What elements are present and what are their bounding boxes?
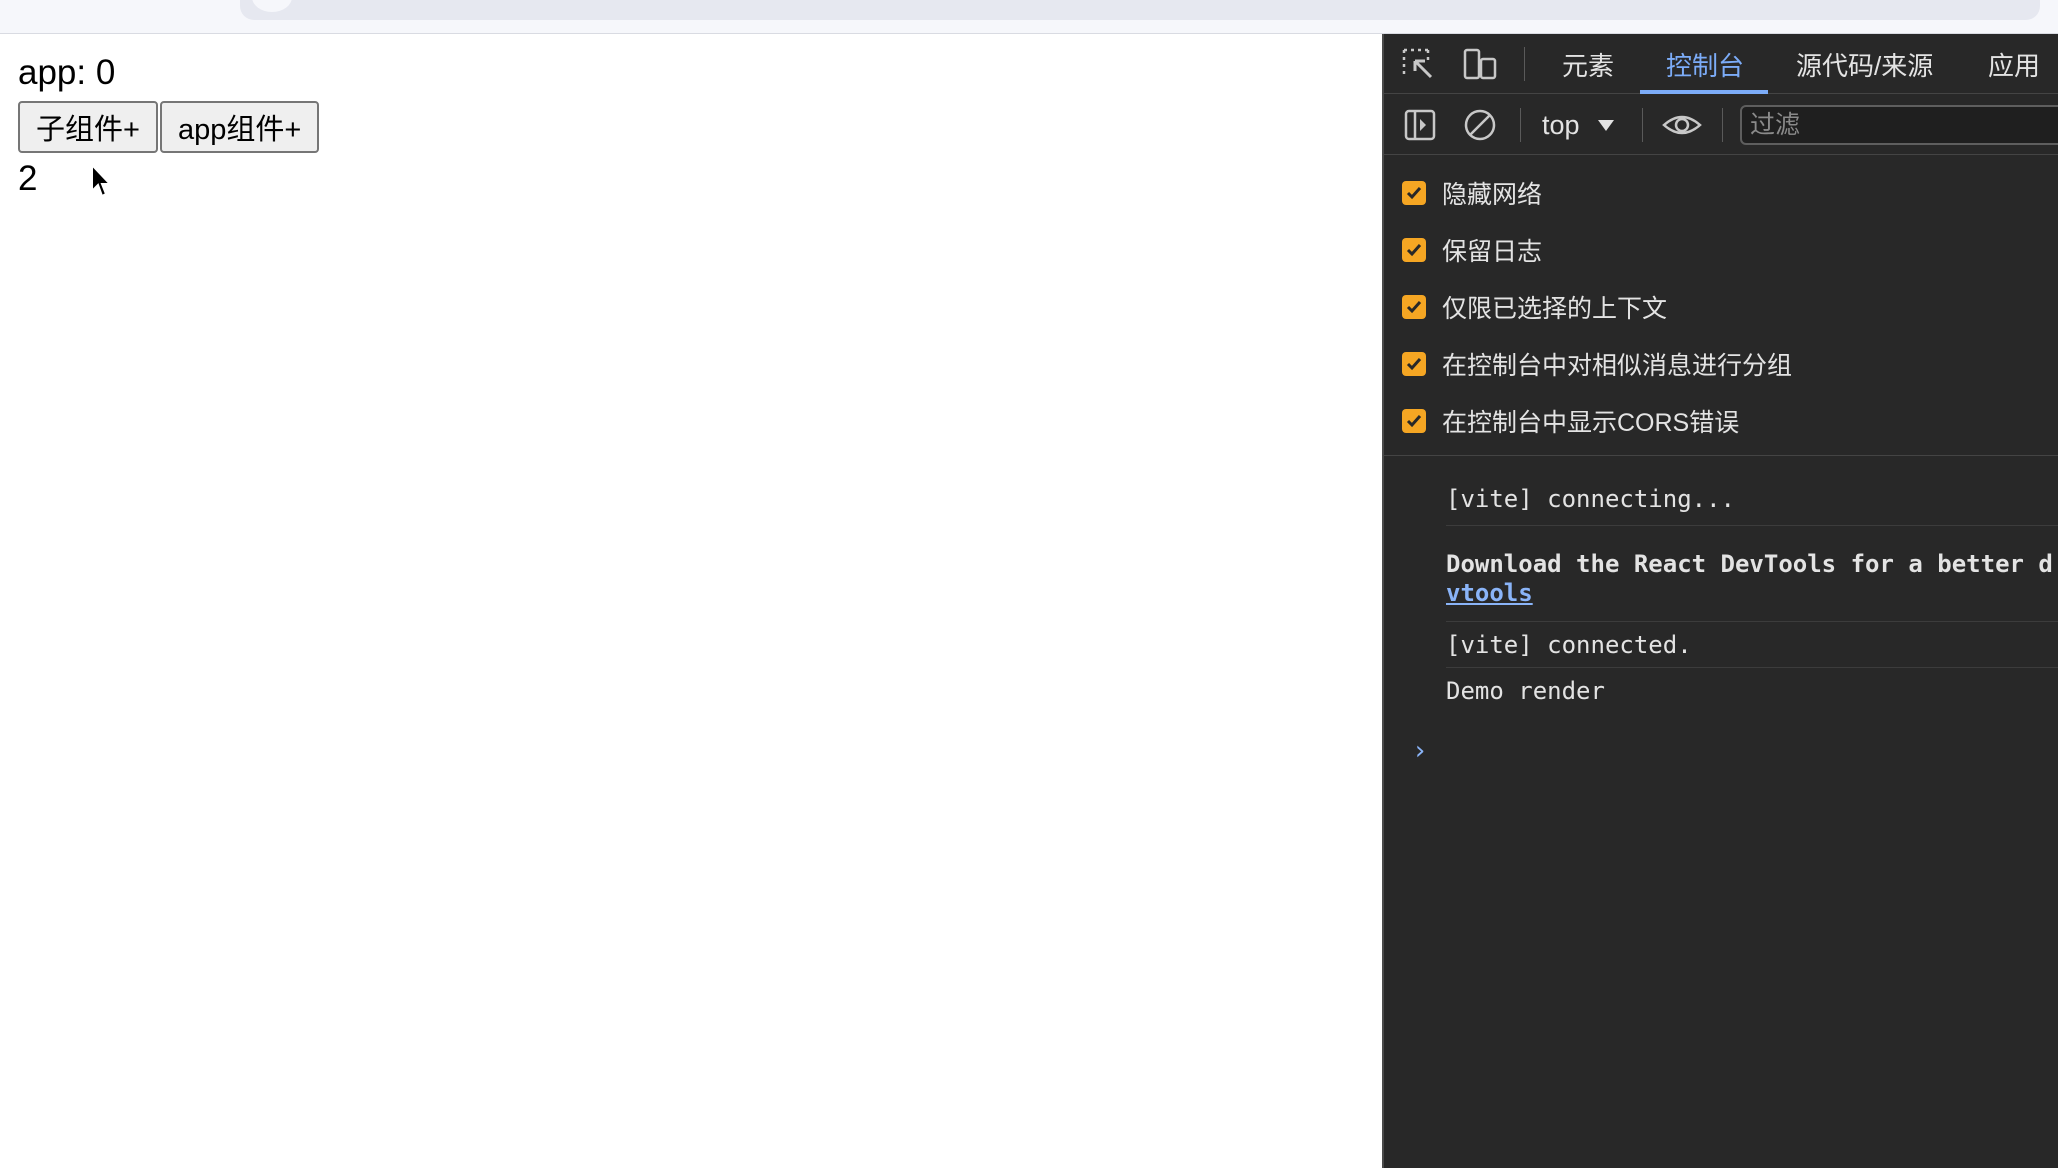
app-increment-button[interactable]: app组件+ — [159, 101, 320, 153]
active-tab-indicator — [1640, 90, 1768, 94]
console-message: [vite] connecting... — [1446, 474, 2058, 526]
setting-label: 隐藏网络 — [1442, 180, 1543, 209]
setting-label: 仅限已选择的上下文 — [1442, 294, 1668, 323]
live-expression-eye-icon[interactable] — [1662, 105, 1702, 145]
tab-application[interactable]: 应用 — [1988, 34, 2040, 94]
devtools-panel: 元素 控制台 源代码/来源 应用 top 过滤 隐藏网络 保留日志 仅限已选择的… — [1382, 34, 2058, 1168]
console-message: Download the React DevTools for a better… — [1446, 550, 2058, 622]
child-count-text: 2 — [18, 159, 38, 198]
toolbar-divider — [1520, 108, 1521, 142]
setting-show-cors-errors[interactable]: 在控制台中显示CORS错误 — [1384, 392, 2058, 449]
tab-elements[interactable]: 元素 — [1562, 34, 1614, 94]
devtools-link[interactable]: vtools — [1446, 579, 1533, 607]
page-content: app: 0 子组件+ app组件+ 2 — [0, 35, 1382, 1168]
console-prompt-icon[interactable]: › — [1412, 736, 1428, 766]
context-selector-label: top — [1542, 109, 1580, 140]
chevron-down-icon — [1597, 119, 1614, 131]
console-settings: 隐藏网络 保留日志 仅限已选择的上下文 在控制台中对相似消息进行分组 在控制台中… — [1384, 156, 2058, 456]
tab-divider — [1524, 47, 1525, 81]
child-increment-button[interactable]: 子组件+ — [18, 101, 158, 153]
context-selector[interactable]: top — [1542, 95, 1614, 155]
setting-label: 在控制台中显示CORS错误 — [1442, 408, 1740, 437]
checkbox-checked-icon[interactable] — [1402, 351, 1426, 376]
setting-label: 保留日志 — [1442, 237, 1543, 266]
console-messages: [vite] connecting... Download the React … — [1384, 474, 2058, 766]
filter-input[interactable] — [1740, 105, 2058, 145]
inspect-element-icon[interactable] — [1398, 44, 1438, 84]
setting-selected-context-only[interactable]: 仅限已选择的上下文 — [1384, 278, 2058, 335]
console-toolbar: top — [1384, 95, 2058, 155]
console-message-text: Download the React DevTools for a better… — [1446, 550, 2053, 578]
address-bar[interactable] — [240, 0, 2040, 20]
checkbox-checked-icon[interactable] — [1402, 408, 1426, 433]
setting-group-similar[interactable]: 在控制台中对相似消息进行分组 — [1384, 335, 2058, 392]
tab-console[interactable]: 控制台 — [1666, 34, 1744, 94]
devtools-tab-bar: 元素 控制台 源代码/来源 应用 — [1384, 34, 2058, 94]
setting-preserve-log[interactable]: 保留日志 — [1384, 221, 2058, 278]
sidebar-toggle-icon[interactable] — [1400, 105, 1440, 145]
setting-label: 在控制台中对相似消息进行分组 — [1442, 351, 1793, 380]
device-toolbar-icon[interactable] — [1460, 44, 1500, 84]
clear-console-icon[interactable] — [1460, 105, 1500, 145]
checkbox-checked-icon[interactable] — [1402, 294, 1426, 319]
console-message: Demo render — [1446, 677, 1605, 705]
console-message: [vite] connected. — [1446, 622, 2058, 668]
checkbox-checked-icon[interactable] — [1402, 180, 1426, 205]
checkbox-checked-icon[interactable] — [1402, 237, 1426, 262]
setting-hide-network[interactable]: 隐藏网络 — [1384, 164, 2058, 221]
toolbar-divider — [1642, 108, 1643, 142]
tab-sources[interactable]: 源代码/来源 — [1796, 34, 1933, 94]
button-row: 子组件+ app组件+ — [18, 101, 320, 153]
toolbar-divider — [1722, 108, 1723, 142]
mouse-cursor-icon — [91, 163, 113, 198]
browser-chrome — [0, 0, 2058, 34]
app-count-text: app: 0 — [18, 53, 116, 92]
